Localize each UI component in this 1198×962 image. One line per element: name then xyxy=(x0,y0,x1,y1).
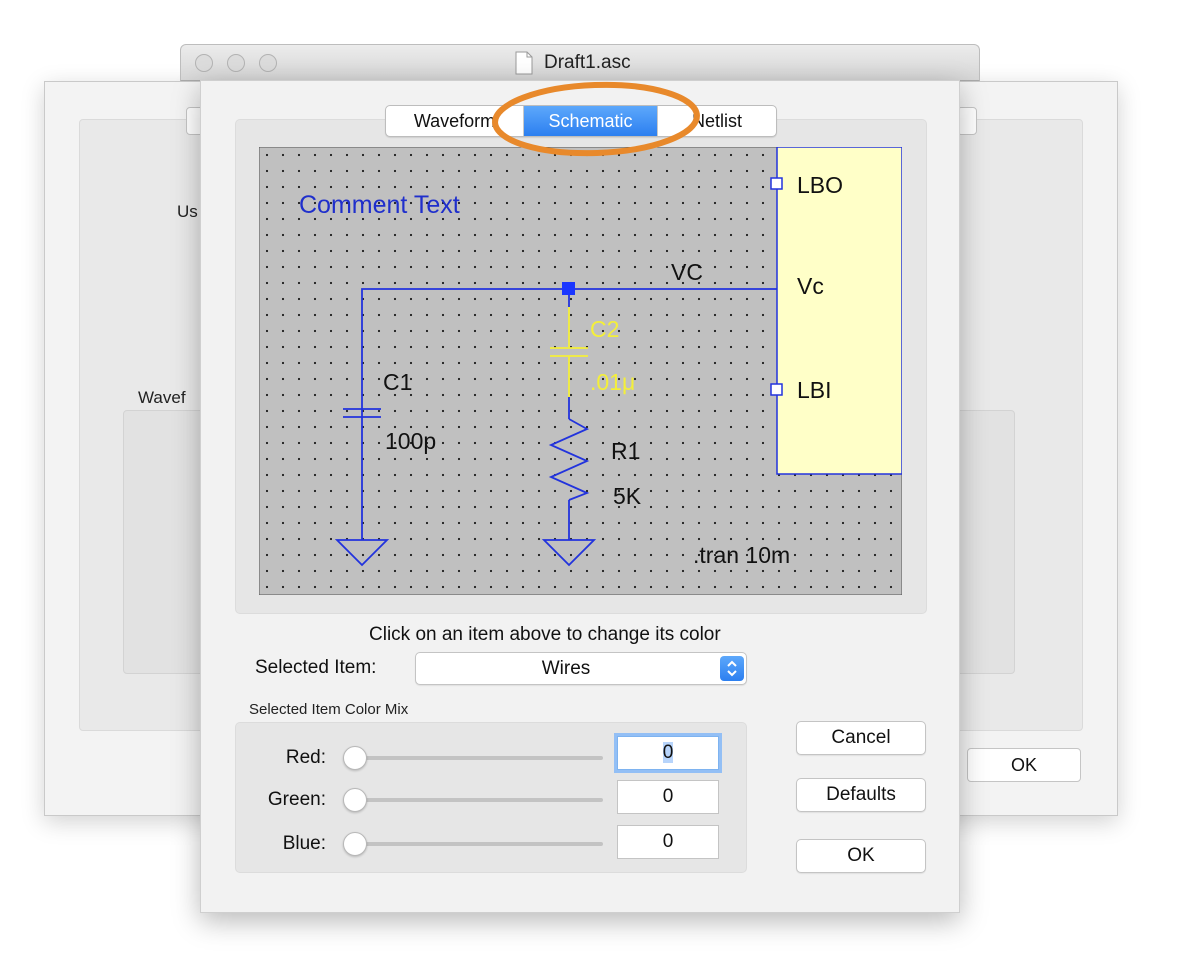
wire-junction[interactable] xyxy=(562,282,575,295)
hint-text: Click on an item above to change its col… xyxy=(369,624,721,645)
updown-chevron-icon xyxy=(720,656,744,681)
r1-name[interactable]: R1 xyxy=(611,438,640,464)
defaults-button[interactable]: Defaults xyxy=(796,778,926,812)
spice-directive[interactable]: .tran 10m xyxy=(693,542,790,568)
blue-slider-track[interactable] xyxy=(356,842,603,846)
blue-value-field[interactable]: 0 xyxy=(617,825,719,859)
window-title: Draft1.asc xyxy=(544,52,631,73)
pin-label-lbo[interactable]: LBO xyxy=(797,172,843,198)
background-label-waveform: Wavef xyxy=(138,388,186,407)
minimize-window-button[interactable] xyxy=(227,54,245,72)
comment-text[interactable]: Comment Text xyxy=(299,191,460,219)
tab-bar: Waveform Schematic Netlist xyxy=(385,105,777,137)
color-preferences-dialog: Waveform Schematic Netlist LBO Vc LBI Co… xyxy=(200,80,960,913)
schematic-preview[interactable]: LBO Vc LBI Comment Text VC C1 100p C2 .0… xyxy=(259,147,902,595)
selected-item-dropdown[interactable]: Wires xyxy=(415,652,747,685)
pin-label-vc[interactable]: Vc xyxy=(797,273,824,299)
red-slider-knob[interactable] xyxy=(343,746,367,770)
background-label-user: Us xyxy=(177,202,198,221)
c1-name[interactable]: C1 xyxy=(383,369,412,395)
background-ok-button[interactable]: OK xyxy=(967,748,1081,782)
pin-lbo-box[interactable] xyxy=(770,177,783,190)
selected-item-label: Selected Item: xyxy=(255,657,377,678)
red-slider-track[interactable] xyxy=(356,756,603,760)
close-window-button[interactable] xyxy=(195,54,213,72)
c2-value[interactable]: .01μ xyxy=(590,369,635,395)
net-label-vc[interactable]: VC xyxy=(671,259,703,285)
green-value-field[interactable]: 0 xyxy=(617,780,719,814)
blue-slider-knob[interactable] xyxy=(343,832,367,856)
green-slider-knob[interactable] xyxy=(343,788,367,812)
red-value-field[interactable]: 0 xyxy=(617,736,719,770)
color-mix-label: Selected Item Color Mix xyxy=(249,701,409,718)
tab-schematic[interactable]: Schematic xyxy=(524,106,657,136)
cancel-button[interactable]: Cancel xyxy=(796,721,926,755)
ok-button[interactable]: OK xyxy=(796,839,926,873)
pin-lbi-box[interactable] xyxy=(770,383,783,396)
red-label: Red: xyxy=(285,747,326,768)
c2-name[interactable]: C2 xyxy=(590,316,619,342)
red-value: 0 xyxy=(662,742,674,763)
r1-value[interactable]: 5K xyxy=(613,483,642,509)
tab-netlist[interactable]: Netlist xyxy=(658,106,776,136)
selected-item-value: Wires xyxy=(541,658,591,679)
pin-label-lbi[interactable]: LBI xyxy=(797,377,832,403)
blue-value: 0 xyxy=(662,831,674,852)
c1-value[interactable]: 100p xyxy=(385,428,436,454)
blue-label: Blue: xyxy=(282,833,326,854)
document-icon xyxy=(515,51,533,75)
tab-waveform[interactable]: Waveform xyxy=(386,106,523,136)
green-label: Green: xyxy=(267,789,326,810)
title-bar: Draft1.asc xyxy=(180,44,980,81)
green-value: 0 xyxy=(662,786,674,807)
background-tab-right xyxy=(957,107,977,135)
zoom-window-button[interactable] xyxy=(259,54,277,72)
green-slider-track[interactable] xyxy=(356,798,603,802)
